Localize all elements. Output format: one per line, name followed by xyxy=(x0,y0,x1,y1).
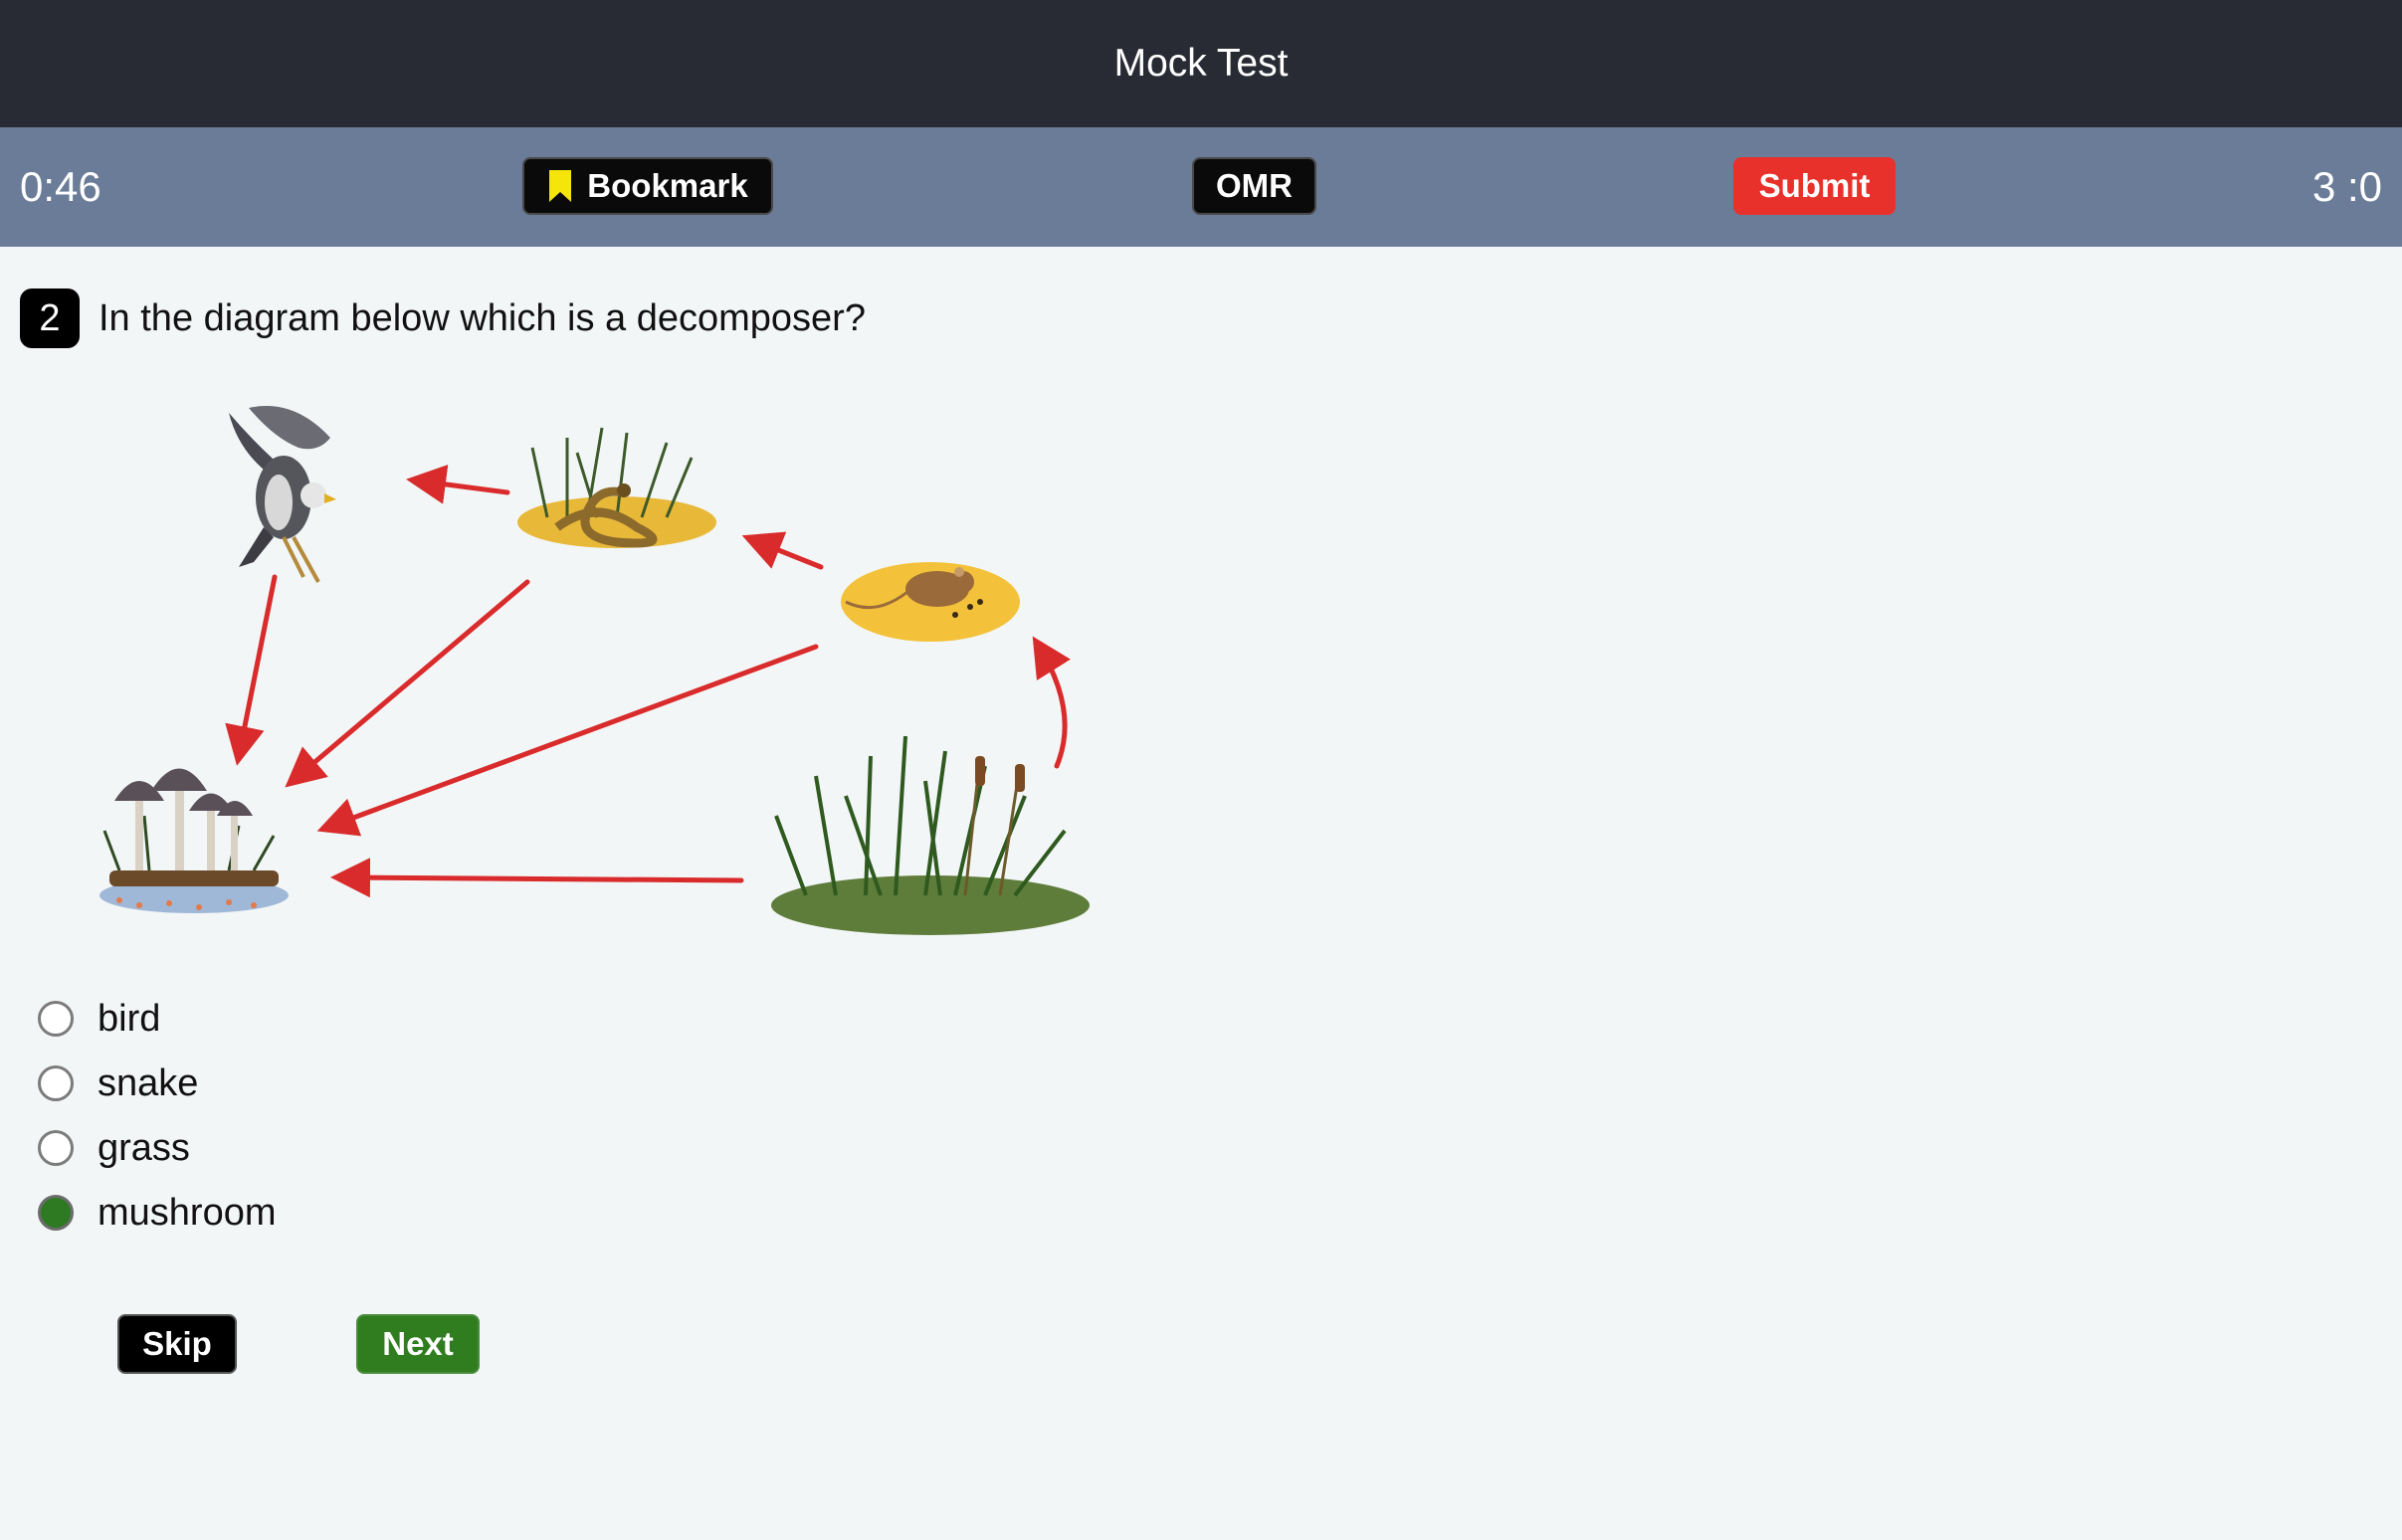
food-web-diagram xyxy=(100,406,1090,935)
question-number-badge: 2 xyxy=(20,289,80,348)
next-button[interactable]: Next xyxy=(356,1314,480,1374)
mushroom-icon xyxy=(100,768,289,913)
skip-button[interactable]: Skip xyxy=(117,1314,237,1374)
bookmark-icon xyxy=(549,170,572,202)
option-grass[interactable]: grass xyxy=(38,1123,190,1173)
option-label: grass xyxy=(98,1126,190,1169)
omr-label: OMR xyxy=(1216,167,1293,204)
question-text: In the diagram below which is a decompos… xyxy=(99,296,866,339)
option-label: mushroom xyxy=(98,1191,277,1234)
app-header: Mock Test xyxy=(0,0,2402,127)
snake-icon xyxy=(517,427,716,548)
page-title: Mock Test xyxy=(1113,42,1289,85)
radio-mushroom[interactable] xyxy=(38,1195,74,1231)
bookmark-button[interactable]: Bookmark xyxy=(522,157,773,215)
grass-icon xyxy=(771,735,1090,935)
next-label: Next xyxy=(382,1325,454,1362)
bird-icon xyxy=(229,406,336,583)
radio-snake[interactable] xyxy=(38,1065,74,1101)
bookmark-label: Bookmark xyxy=(587,167,748,204)
mouse-icon xyxy=(841,562,1020,642)
option-label: bird xyxy=(98,997,161,1040)
option-snake[interactable]: snake xyxy=(38,1059,198,1108)
skip-label: Skip xyxy=(142,1325,212,1362)
test-toolbar: 0:46 Bookmark OMR Submit 3 :0 xyxy=(0,127,2402,247)
option-bird[interactable]: bird xyxy=(38,994,160,1044)
option-mushroom[interactable]: mushroom xyxy=(38,1188,277,1238)
radio-bird[interactable] xyxy=(38,1001,74,1037)
submit-button[interactable]: Submit xyxy=(1733,157,1896,215)
submit-label: Submit xyxy=(1758,167,1871,204)
score-display: 3 :0 xyxy=(2311,163,2382,210)
radio-grass[interactable] xyxy=(38,1130,74,1166)
timer-display: 0:46 xyxy=(20,163,101,210)
omr-button[interactable]: OMR xyxy=(1192,157,1316,215)
option-label: snake xyxy=(98,1061,199,1104)
